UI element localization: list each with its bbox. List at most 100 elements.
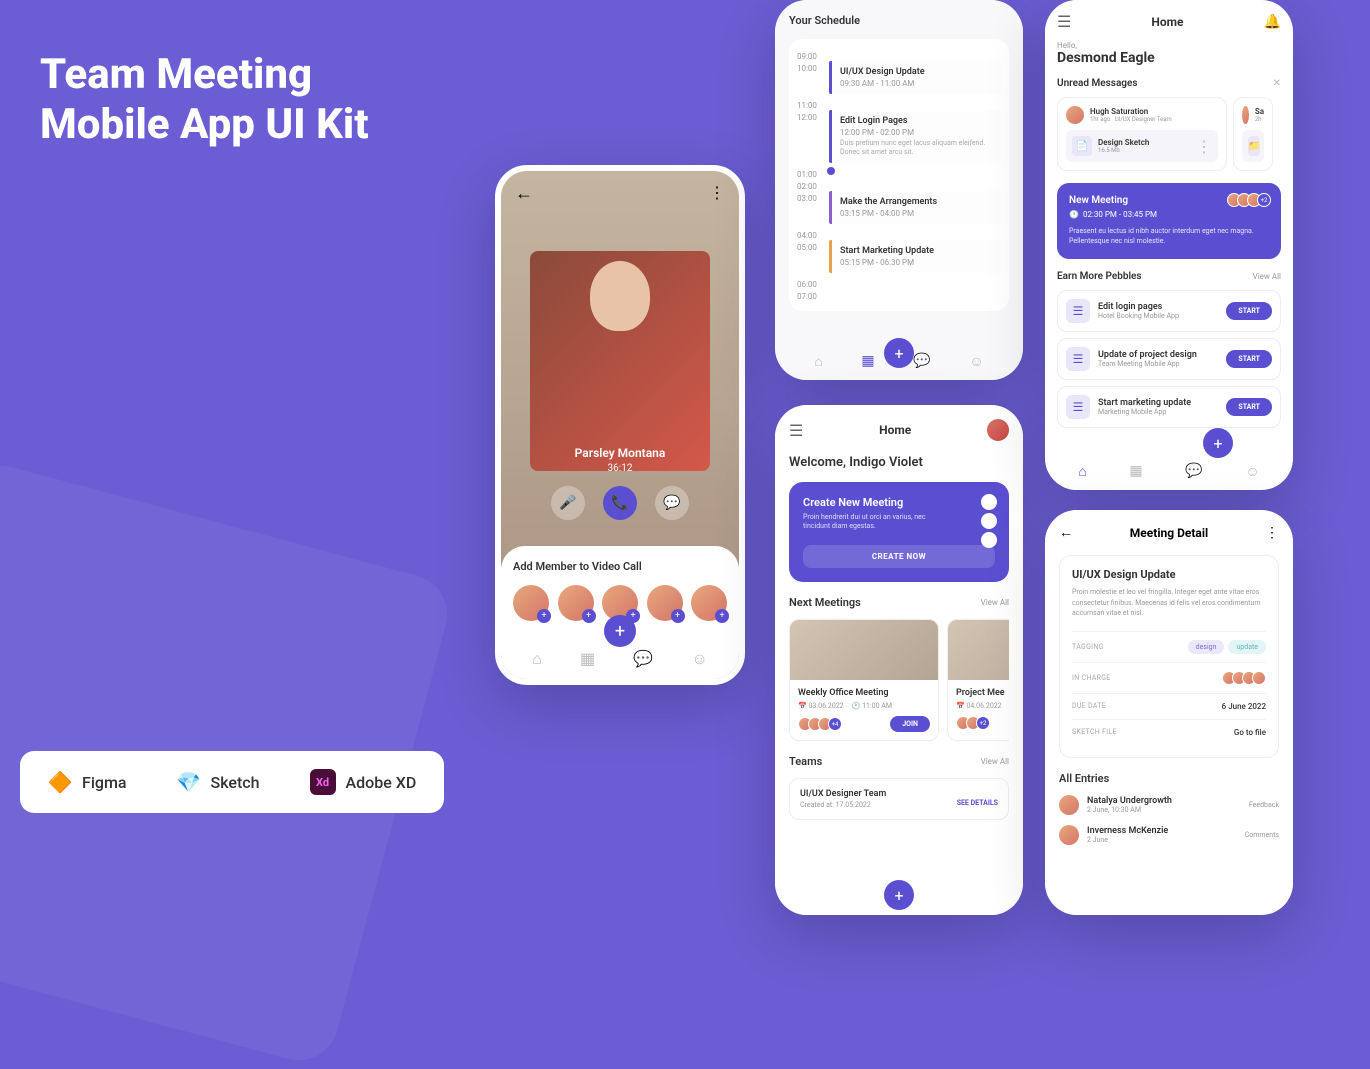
nav-chat-icon[interactable]: 💬 bbox=[1185, 463, 1202, 480]
time-label: 10:00 bbox=[797, 61, 821, 73]
menu-button[interactable]: ⋮ bbox=[709, 183, 725, 204]
task-icon: ☰ bbox=[1066, 347, 1090, 371]
nav-calendar-icon[interactable]: ▦ bbox=[861, 353, 874, 370]
go-to-file-link[interactable]: Go to file bbox=[1234, 728, 1266, 737]
nav-profile-icon[interactable]: ☺ bbox=[1245, 463, 1259, 480]
time-label: 09:00 bbox=[797, 49, 821, 61]
tools-bar: 🔶Figma 💎Sketch XdAdobe XD bbox=[20, 751, 444, 813]
section-title: Next Meetings bbox=[789, 596, 861, 609]
xd-icon: Xd bbox=[310, 769, 336, 795]
schedule-event[interactable]: Make the Arrangements03:15 PM - 04:00 PM bbox=[829, 191, 1001, 224]
nav-home-icon[interactable]: ⌂ bbox=[814, 353, 822, 370]
see-details-link[interactable]: SEE DETAILS bbox=[957, 799, 998, 807]
view-all-link[interactable]: View All bbox=[981, 757, 1009, 766]
view-all-link[interactable]: View All bbox=[981, 598, 1009, 607]
time-label: 04:00 bbox=[797, 228, 821, 240]
time-label: 03:00 bbox=[797, 191, 821, 203]
tool-figma: 🔶Figma bbox=[48, 770, 127, 794]
create-now-button[interactable]: CREATE NOW bbox=[803, 545, 995, 568]
task-icon: ☰ bbox=[1066, 299, 1090, 323]
message-card[interactable]: Sa2h 📁 bbox=[1233, 97, 1273, 171]
entry-avatar bbox=[1059, 795, 1079, 815]
fab-add-button[interactable]: + bbox=[1203, 428, 1233, 458]
add-icon[interactable]: + bbox=[671, 609, 685, 623]
welcome-text: Welcome, Indigo Violet bbox=[789, 455, 1009, 470]
create-meeting-card: Create New Meeting Proin hendrerit dui u… bbox=[789, 482, 1009, 582]
phone-home: ☰ Home Welcome, Indigo Violet Create New… bbox=[775, 405, 1023, 915]
tool-sketch: 💎Sketch bbox=[177, 770, 260, 794]
nav-profile-icon[interactable]: ☺ bbox=[692, 649, 708, 669]
task-item[interactable]: ☰ Edit login pagesHotel Booking Mobile A… bbox=[1057, 290, 1281, 332]
nav-home-icon[interactable]: ⌂ bbox=[532, 649, 542, 669]
caller-name: Parsley Montana bbox=[501, 446, 739, 460]
nav-chat-icon[interactable]: 💬 bbox=[633, 649, 653, 669]
add-icon[interactable]: + bbox=[715, 609, 729, 623]
tag[interactable]: update bbox=[1228, 640, 1266, 654]
menu-icon[interactable]: ☰ bbox=[789, 421, 803, 440]
hero-title: Team Meeting Mobile App UI Kit bbox=[40, 50, 369, 151]
nav-home-icon[interactable]: ⌂ bbox=[1078, 463, 1086, 480]
task-icon: ☰ bbox=[1066, 395, 1090, 419]
menu-icon[interactable]: ☰ bbox=[1057, 12, 1071, 31]
add-member-title: Add Member to Video Call bbox=[513, 560, 727, 573]
schedule-title: Your Schedule bbox=[789, 14, 1009, 27]
start-button[interactable]: START bbox=[1226, 398, 1272, 416]
time-label: 06:00 bbox=[797, 277, 821, 289]
meeting-card[interactable]: Project Mee 📅 04.06.2022 +2 bbox=[947, 619, 1009, 741]
start-button[interactable]: START bbox=[1226, 302, 1272, 320]
schedule-event[interactable]: UI/UX Design Update09:30 AM - 11:00 AM bbox=[829, 61, 1001, 94]
team-card[interactable]: UI/UX Designer Team Created at: 17.05.20… bbox=[789, 778, 1009, 820]
file-menu-icon[interactable]: ⋮ bbox=[1196, 137, 1212, 156]
nav-profile-icon[interactable]: ☺ bbox=[969, 353, 983, 370]
task-item[interactable]: ☰ Start marketing updateMarketing Mobile… bbox=[1057, 386, 1281, 428]
phone-schedule: Your Schedule 09:00 10:00 UI/UX Design U… bbox=[775, 0, 1023, 380]
time-label: 11:00 bbox=[797, 98, 821, 110]
figma-icon: 🔶 bbox=[48, 770, 72, 794]
entry-item[interactable]: Inverness McKenzie2 June Comments bbox=[1059, 825, 1279, 845]
page-title: Home bbox=[879, 423, 911, 437]
caller-video bbox=[530, 251, 710, 471]
folder-icon: 📁 bbox=[1248, 136, 1260, 156]
entries-title: All Entries bbox=[1059, 772, 1279, 785]
new-meeting-card[interactable]: New Meeting 🕐 02:30 PM - 03:45 PM +2 Pra… bbox=[1057, 183, 1281, 259]
sketch-icon: 💎 bbox=[177, 770, 201, 794]
member-item[interactable]: + bbox=[513, 585, 549, 621]
close-icon[interactable]: ✕ bbox=[1273, 78, 1281, 89]
phone-meeting-detail: ← Meeting Detail ⋮ UI/UX Design Update P… bbox=[1045, 510, 1293, 915]
back-button[interactable]: ← bbox=[1059, 524, 1073, 541]
time-label: 07:00 bbox=[797, 289, 821, 301]
add-icon[interactable]: + bbox=[582, 609, 596, 623]
nav-calendar-icon[interactable]: ▦ bbox=[1129, 463, 1142, 480]
phone-eagle-home: ☰ Home 🔔 Hello, Desmond Eagle Unread Mes… bbox=[1045, 0, 1293, 490]
member-item[interactable]: + bbox=[691, 585, 727, 621]
member-item[interactable]: + bbox=[558, 585, 594, 621]
nav-chat-icon[interactable]: 💬 bbox=[913, 353, 930, 370]
tag[interactable]: design bbox=[1188, 640, 1225, 654]
time-label: 05:00 bbox=[797, 240, 821, 252]
meeting-image bbox=[790, 620, 938, 680]
member-item[interactable]: + bbox=[647, 585, 683, 621]
file-icon: 📄 bbox=[1072, 136, 1092, 156]
schedule-event[interactable]: Edit Login Pages12:00 PM - 02:00 PMDuis … bbox=[829, 110, 1001, 163]
notification-icon[interactable]: 🔔 bbox=[1264, 14, 1281, 30]
nav-calendar-icon[interactable]: ▦ bbox=[580, 649, 595, 669]
meeting-card[interactable]: Weekly Office Meeting 📅 03.06.2022🕐 11:0… bbox=[789, 619, 939, 741]
message-card[interactable]: Hugh Saturation 1hr ago UI/UX Designer T… bbox=[1057, 97, 1227, 171]
time-label: 02:00 bbox=[797, 179, 821, 191]
start-button[interactable]: START bbox=[1226, 350, 1272, 368]
fab-add-button[interactable]: + bbox=[884, 880, 914, 910]
mute-button[interactable]: 🎤 bbox=[551, 486, 585, 520]
chat-button[interactable]: 💬 bbox=[655, 486, 689, 520]
fab-add-button[interactable]: + bbox=[604, 615, 636, 647]
user-avatar[interactable] bbox=[987, 419, 1009, 441]
back-button[interactable]: ← bbox=[515, 183, 533, 204]
schedule-event[interactable]: Start Marketing Update05:15 PM - 06:30 P… bbox=[829, 240, 1001, 273]
task-item[interactable]: ☰ Update of project designTeam Meeting M… bbox=[1057, 338, 1281, 380]
add-icon[interactable]: + bbox=[537, 609, 551, 623]
view-all-link[interactable]: View All bbox=[1253, 272, 1281, 281]
end-call-button[interactable]: 📞 bbox=[603, 486, 637, 520]
join-button[interactable]: JOIN bbox=[890, 716, 930, 732]
entry-item[interactable]: Natalya Undergrowth2 June, 10:30 AM Feed… bbox=[1059, 795, 1279, 815]
call-duration: 36:12 bbox=[501, 463, 739, 474]
menu-button[interactable]: ⋮ bbox=[1265, 525, 1279, 541]
